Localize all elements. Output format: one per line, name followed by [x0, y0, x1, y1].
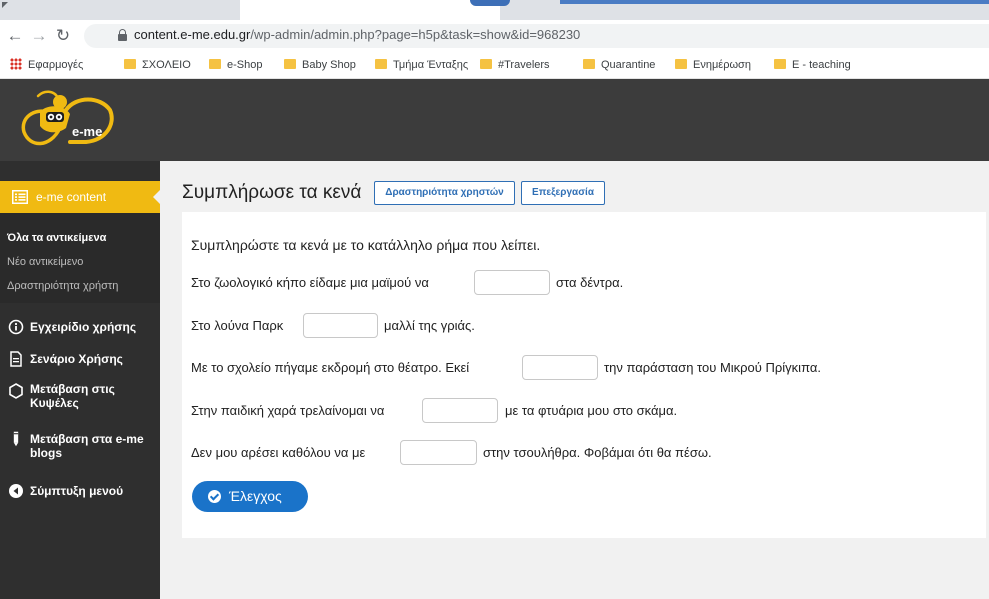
- bookmark-folder[interactable]: #Travelers: [480, 57, 550, 73]
- lock-icon[interactable]: [118, 29, 127, 42]
- content-list-icon: [12, 190, 28, 204]
- sidebar: e-me content Όλα τα αντικείμενα Νέο αντι…: [0, 161, 161, 599]
- submenu-new-item[interactable]: Νέο αντικείμενο: [7, 256, 83, 268]
- sentence-before: Στο λούνα Παρκ: [191, 318, 284, 333]
- info-icon: [8, 319, 24, 335]
- folder-icon: [480, 59, 492, 69]
- sidebar-item-label: Εγχειρίδιο χρήσης: [30, 320, 137, 334]
- blank-input-4[interactable]: [422, 398, 498, 423]
- document-icon: [10, 351, 22, 367]
- browser-toolbar: ← → ↻ content.e-me.edu.gr/wp-admin/admin…: [0, 20, 989, 52]
- sentence-after: με τα φτυάρια μου στο σκάμα.: [505, 403, 678, 418]
- sidebar-item-scenario[interactable]: Σενάριο Χρήσης: [0, 351, 160, 371]
- folder-icon: [375, 59, 387, 69]
- sidebar-submenu: Όλα τα αντικείμενα Νέο αντικείμενο Δραστ…: [0, 213, 160, 303]
- browser-tab[interactable]: [240, 0, 500, 20]
- blank-input-1[interactable]: [474, 270, 550, 295]
- bookmark-folder[interactable]: Quarantine: [583, 57, 655, 73]
- bookmark-apps[interactable]: Εφαρμογές: [10, 57, 83, 73]
- folder-icon: [675, 59, 687, 69]
- folder-icon: [284, 59, 296, 69]
- sidebar-item-label: Μετάβαση στις: [30, 382, 115, 396]
- folder-icon: [209, 59, 221, 69]
- sidebar-item-label: Σύμπτυξη μενού: [30, 484, 124, 498]
- blank-input-3[interactable]: [522, 355, 598, 380]
- sentence-before: Με το σχολείο πήγαμε εκδρομή στο θέατρο.…: [191, 360, 470, 375]
- logo-text: e-me: [72, 124, 102, 139]
- sidebar-item-label: e-me content: [36, 190, 107, 204]
- url-host: content.e-me.edu.gr: [134, 27, 251, 42]
- bookmarks-bar: Εφαρμογές ΣΧΟΛΕΙΟ e-Shop Baby Shop Τμήμα…: [0, 52, 989, 79]
- bookmark-folder[interactable]: E - teaching: [774, 57, 851, 73]
- sidebar-item-hives[interactable]: Μετάβαση στις Κυψέλες: [0, 381, 160, 413]
- sentence-before: Δεν μου αρέσει καθόλου να με: [191, 445, 366, 460]
- folder-icon: [583, 59, 595, 69]
- site-header: e-me: [0, 79, 989, 161]
- url-path: /wp-admin/admin.php?page=h5p&task=show&i…: [250, 27, 581, 42]
- forward-arrow-icon[interactable]: →: [28, 25, 50, 47]
- folder-icon: [124, 59, 136, 69]
- back-arrow-icon[interactable]: ←: [4, 25, 26, 47]
- check-circle-icon: [208, 490, 221, 503]
- bookmark-folder[interactable]: Baby Shop: [284, 57, 356, 73]
- folder-icon: [774, 59, 786, 69]
- bookmark-folder[interactable]: ΣΧΟΛΕΙΟ: [124, 57, 191, 73]
- blank-input-2[interactable]: [303, 313, 378, 338]
- sentence-after: μαλλί της γριάς.: [384, 318, 475, 333]
- tab-accent-bar: [560, 0, 989, 4]
- reload-icon[interactable]: ↻: [52, 25, 74, 47]
- pen-icon: [13, 431, 19, 447]
- hexagon-icon: [9, 383, 23, 399]
- sentence-before: Στο ζωολογικό κήπο είδαμε μια μαϊμού να: [191, 275, 429, 290]
- sidebar-item-label: Μετάβαση στα e-me: [30, 432, 144, 446]
- page-title: Συμπλήρωσε τα κενά: [182, 182, 362, 203]
- sentence-before: Στην παιδική χαρά τρελαίνομαι να: [191, 403, 385, 418]
- sidebar-item-label: Κυψέλες: [30, 396, 79, 410]
- edit-button[interactable]: Επεξεργασία: [521, 181, 605, 205]
- sentence-after: στην τσουλήθρα. Φοβάμαι ότι θα πέσω.: [483, 445, 712, 460]
- sidebar-collapse-menu[interactable]: Σύμπτυξη μενού: [0, 483, 160, 503]
- sidebar-item-label: blogs: [30, 446, 62, 460]
- submenu-all-items[interactable]: Όλα τα αντικείμενα: [7, 232, 106, 244]
- check-button[interactable]: Έλεγχος: [192, 481, 308, 512]
- user-activity-button[interactable]: Δραστηριότητα χρηστών: [374, 181, 515, 205]
- sidebar-item-label: Σενάριο Χρήσης: [30, 352, 123, 366]
- browser-tab-strip: [0, 0, 989, 20]
- sentence-after: την παράσταση του Μικρού Πρίγκιπα.: [604, 360, 821, 375]
- bookmark-folder[interactable]: Τμήμα Ένταξης: [375, 57, 468, 73]
- sentence-after: στα δέντρα.: [556, 275, 624, 290]
- apps-grid-icon: [10, 58, 22, 70]
- collapse-icon: [9, 484, 23, 498]
- bookmark-folder[interactable]: e-Shop: [209, 57, 262, 73]
- window-corner-icon: [2, 2, 8, 8]
- tab-accent: [470, 0, 510, 6]
- sidebar-item-e-me-content[interactable]: e-me content: [0, 181, 161, 213]
- submenu-user-activity[interactable]: Δραστηριότητα χρήστη: [7, 280, 118, 292]
- url-text[interactable]: content.e-me.edu.gr/wp-admin/admin.php?p…: [134, 27, 580, 42]
- e-me-logo[interactable]: e-me: [20, 88, 116, 152]
- blank-input-5[interactable]: [400, 440, 477, 465]
- sidebar-item-blogs[interactable]: Μετάβαση στα e-me blogs: [0, 431, 160, 463]
- bookmark-folder[interactable]: Ενημέρωση: [675, 57, 751, 73]
- task-instruction: Συμπληρώστε τα κενά με το κατάλληλο ρήμα…: [191, 237, 541, 253]
- sidebar-item-manual[interactable]: Εγχειρίδιο χρήσης: [0, 319, 160, 339]
- check-button-label: Έλεγχος: [229, 488, 282, 504]
